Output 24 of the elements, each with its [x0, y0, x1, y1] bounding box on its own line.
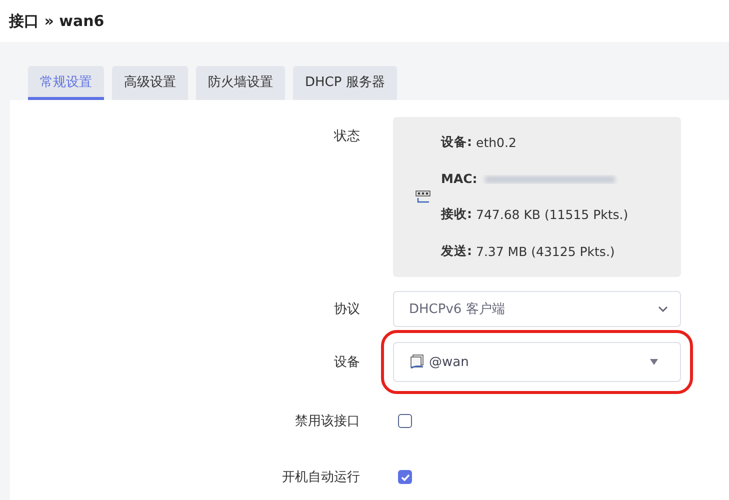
field-label: 状态 — [334, 128, 360, 145]
field-label: 协议 — [334, 301, 360, 318]
tab[interactable]: DHCP 服务器 — [293, 66, 397, 100]
status-value: 7.37 MB (43125 Pkts.) — [476, 244, 615, 259]
page-title: 接口 » wan6 — [9, 12, 104, 30]
status-value: 747.68 KB (11515 Pkts.) — [476, 207, 628, 222]
tab[interactable]: 高级设置 — [112, 66, 188, 100]
device-icon — [409, 354, 425, 370]
chevron-icon — [658, 306, 668, 312]
field-label: 禁用该接口 — [295, 413, 360, 430]
select-field[interactable]: DHCPv6 客户端 — [393, 291, 681, 327]
field-label: 设备 — [334, 354, 360, 371]
checkbox[interactable] — [398, 414, 412, 428]
network-port-icon — [415, 190, 431, 204]
caret-icon — [650, 359, 658, 365]
checkbox[interactable] — [398, 470, 412, 484]
status-key: 设备: — [441, 134, 472, 151]
status-key: 发送: — [441, 243, 472, 260]
tab[interactable]: 防火墙设置 — [196, 66, 285, 100]
field-label: 开机自动运行 — [282, 469, 360, 486]
status-value: eth0.2 — [476, 135, 516, 150]
status-key: MAC: — [441, 171, 478, 186]
check-icon — [400, 474, 410, 480]
status-key: 接收: — [441, 206, 472, 223]
